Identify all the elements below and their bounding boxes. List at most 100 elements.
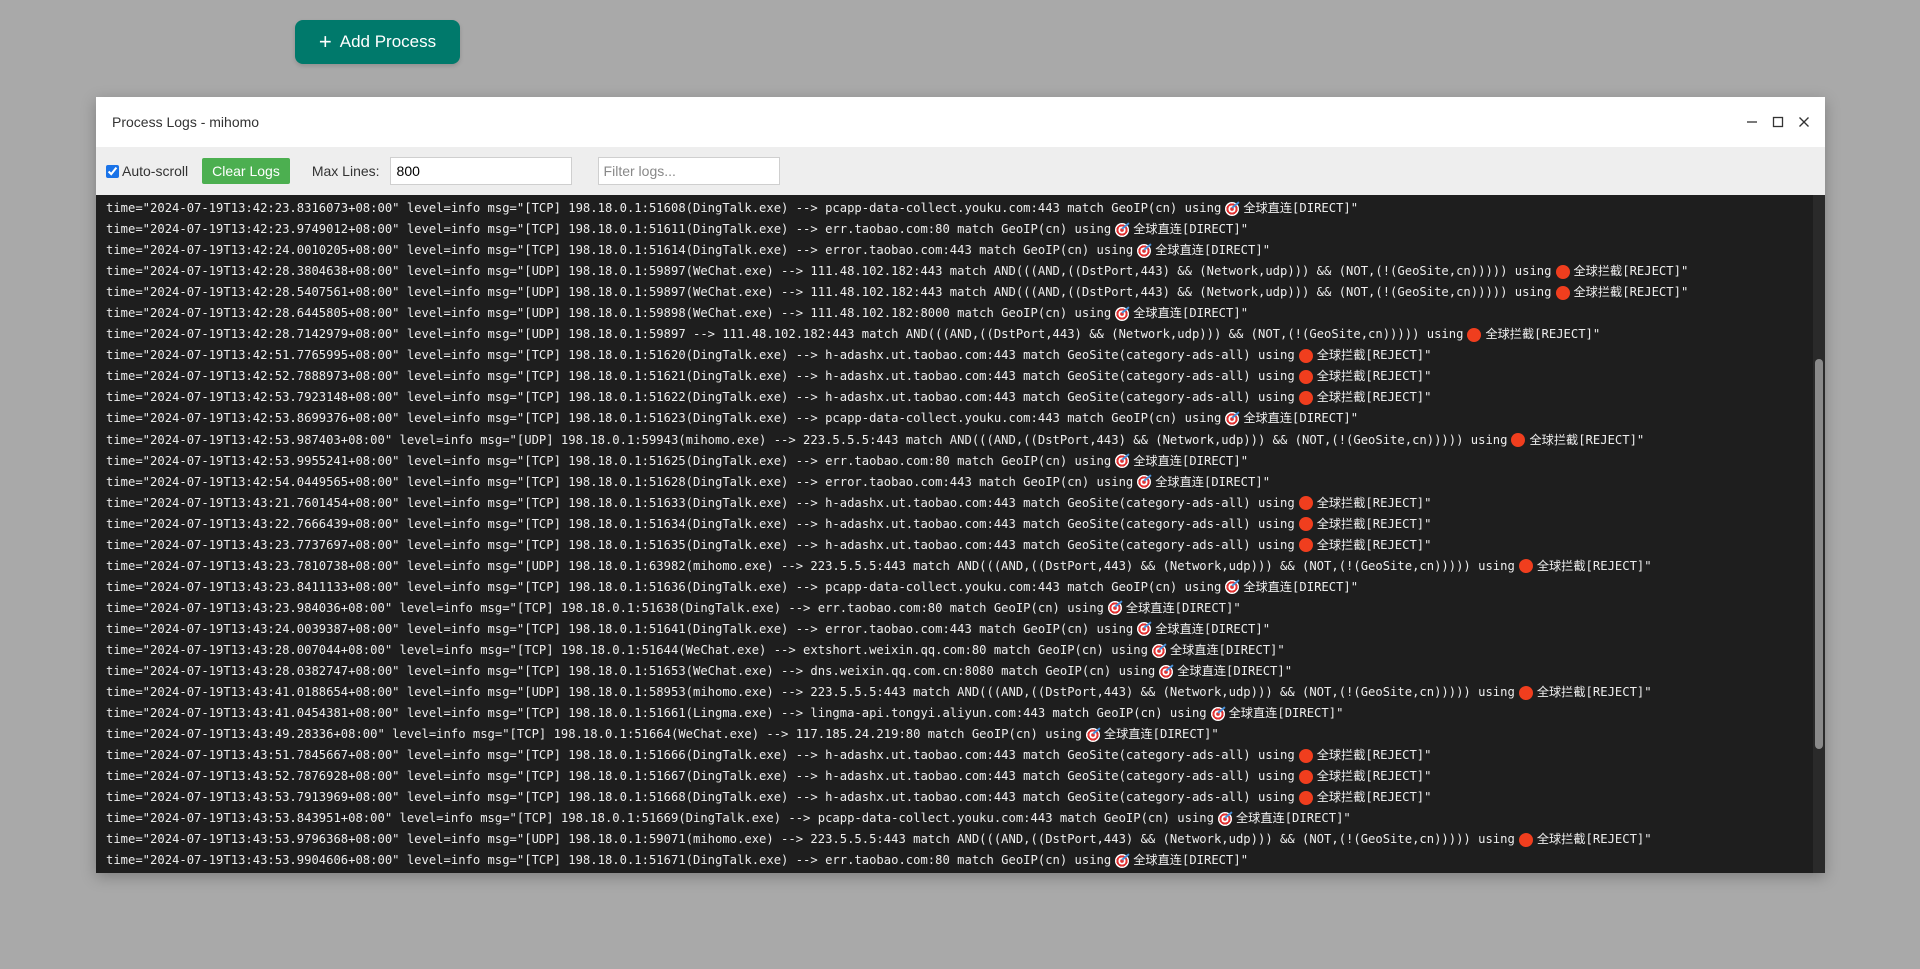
- reject-circle-icon: [1298, 538, 1313, 553]
- reject-circle-icon: [1518, 832, 1533, 847]
- reject-circle-icon: [1298, 496, 1313, 511]
- log-line-policy: 全球直连[DIRECT]": [1155, 243, 1271, 258]
- log-line: time="2024-07-19T13:43:24.0039387+08:00"…: [106, 619, 1825, 640]
- log-line-text: time="2024-07-19T13:43:41.0188654+08:00"…: [106, 685, 1515, 700]
- log-line: time="2024-07-19T13:43:23.8411133+08:00"…: [106, 577, 1825, 598]
- reject-circle-icon: [1555, 285, 1570, 300]
- log-line-text: time="2024-07-19T13:43:22.7666439+08:00"…: [106, 516, 1295, 531]
- minimize-icon[interactable]: [1745, 115, 1759, 129]
- log-line-text: time="2024-07-19T13:43:52.7876928+08:00"…: [106, 769, 1295, 784]
- log-line-policy: 全球拦截[REJECT]": [1485, 327, 1601, 342]
- log-line-policy: 全球拦截[REJECT]": [1316, 790, 1432, 805]
- log-line: time="2024-07-19T13:42:28.3804638+08:00"…: [106, 261, 1825, 282]
- log-line: time="2024-07-19T13:43:53.9796368+08:00"…: [106, 829, 1825, 850]
- log-line-text: time="2024-07-19T13:43:53.7913969+08:00"…: [106, 790, 1295, 805]
- direct-target-icon: [1137, 622, 1152, 637]
- log-line: time="2024-07-19T13:42:28.7142979+08:00"…: [106, 324, 1825, 345]
- log-line: time="2024-07-19T13:43:28.0382747+08:00"…: [106, 661, 1825, 682]
- log-line-text: time="2024-07-19T13:42:24.0010205+08:00"…: [106, 243, 1134, 258]
- log-line-text: time="2024-07-19T13:42:53.987403+08:00" …: [106, 432, 1508, 447]
- log-line-text: time="2024-07-19T13:43:23.7810738+08:00"…: [106, 558, 1515, 573]
- log-line-text: time="2024-07-19T13:43:23.8411133+08:00"…: [106, 579, 1222, 594]
- autoscroll-label: Auto-scroll: [122, 163, 189, 179]
- dialog-header: Process Logs - mihomo: [96, 97, 1825, 147]
- log-line: time="2024-07-19T13:42:54.0449565+08:00"…: [106, 472, 1825, 493]
- log-line: time="2024-07-19T13:42:28.6445805+08:00"…: [106, 303, 1825, 324]
- window-controls: [1745, 97, 1811, 147]
- clear-logs-button[interactable]: Clear Logs: [202, 158, 290, 184]
- reject-circle-icon: [1298, 790, 1313, 805]
- log-line-text: time="2024-07-19T13:43:23.984036+08:00" …: [106, 600, 1104, 615]
- direct-target-icon: [1225, 201, 1240, 216]
- log-line-policy: 全球拦截[REJECT]": [1573, 285, 1689, 300]
- log-line-policy: 全球直连[DIRECT]": [1133, 453, 1249, 468]
- close-icon[interactable]: [1797, 115, 1811, 129]
- log-line-text: time="2024-07-19T13:42:53.7923148+08:00"…: [106, 390, 1295, 405]
- direct-target-icon: [1210, 706, 1225, 721]
- log-line-policy: 全球直连[DIRECT]": [1169, 642, 1285, 657]
- log-line: time="2024-07-19T13:43:28.007044+08:00" …: [106, 640, 1825, 661]
- autoscroll-checkbox[interactable]: [106, 164, 119, 178]
- direct-target-icon: [1115, 222, 1130, 237]
- direct-target-icon: [1137, 243, 1152, 258]
- log-line-text: time="2024-07-19T13:42:28.6445805+08:00"…: [106, 306, 1112, 321]
- filter-logs-input[interactable]: [597, 157, 780, 185]
- log-line-policy: 全球拦截[REJECT]": [1573, 264, 1689, 279]
- log-line: time="2024-07-19T13:43:53.9904606+08:00"…: [106, 850, 1825, 871]
- log-line-policy: 全球拦截[REJECT]": [1316, 537, 1432, 552]
- autoscroll-toggle[interactable]: Auto-scroll: [106, 163, 188, 179]
- log-line-policy: 全球拦截[REJECT]": [1316, 495, 1432, 510]
- log-line-text: time="2024-07-19T13:43:41.0454381+08:00"…: [106, 706, 1207, 721]
- log-line-text: time="2024-07-19T13:43:51.7845667+08:00"…: [106, 748, 1295, 763]
- log-line-policy: 全球拦截[REJECT]": [1316, 348, 1432, 363]
- reject-circle-icon: [1298, 517, 1313, 532]
- log-line-policy: 全球直连[DIRECT]": [1243, 201, 1359, 215]
- direct-target-icon: [1107, 601, 1122, 616]
- log-line-text: time="2024-07-19T13:42:52.7888973+08:00"…: [106, 369, 1295, 384]
- log-line: time="2024-07-19T13:43:52.7876928+08:00"…: [106, 766, 1825, 787]
- scrollbar-thumb[interactable]: [1815, 359, 1823, 749]
- direct-target-icon: [1225, 580, 1240, 595]
- add-process-button[interactable]: + Add Process: [295, 20, 460, 64]
- plus-icon: +: [318, 29, 332, 54]
- dialog-title: Process Logs - mihomo: [112, 114, 260, 130]
- log-line-policy: 全球拦截[REJECT]": [1316, 369, 1432, 384]
- reject-circle-icon: [1511, 433, 1526, 448]
- log-line: time="2024-07-19T13:43:23.984036+08:00" …: [106, 598, 1825, 619]
- log-line-text: time="2024-07-19T13:43:53.9796368+08:00"…: [106, 832, 1515, 847]
- log-line-policy: 全球直连[DIRECT]": [1103, 727, 1219, 742]
- log-line-text: time="2024-07-19T13:43:21.7601454+08:00"…: [106, 495, 1295, 510]
- reject-circle-icon: [1518, 685, 1533, 700]
- log-line-text: time="2024-07-19T13:43:49.28336+08:00" l…: [106, 727, 1082, 742]
- log-line-text: time="2024-07-19T13:42:23.8316073+08:00"…: [106, 201, 1222, 215]
- add-process-label: Add Process: [339, 32, 437, 51]
- log-line-policy: 全球直连[DIRECT]": [1243, 411, 1359, 426]
- log-line: time="2024-07-19T13:43:41.0454381+08:00"…: [106, 703, 1825, 724]
- log-line: time="2024-07-19T13:42:28.5407561+08:00"…: [106, 282, 1825, 303]
- log-scrollbar[interactable]: [1813, 195, 1825, 873]
- reject-circle-icon: [1298, 369, 1313, 384]
- log-output[interactable]: time="2024-07-19T13:42:23.8316073+08:00"…: [96, 195, 1825, 873]
- maximize-icon[interactable]: [1771, 115, 1785, 129]
- direct-target-icon: [1085, 727, 1100, 742]
- max-lines-input[interactable]: [389, 157, 572, 185]
- log-line-text: time="2024-07-19T13:42:28.5407561+08:00"…: [106, 285, 1552, 300]
- log-line: time="2024-07-19T13:42:53.7923148+08:00"…: [106, 387, 1825, 408]
- process-logs-dialog: Process Logs - mihomo Auto-scroll Clear …: [96, 97, 1825, 873]
- log-line-policy: 全球拦截[REJECT]": [1316, 516, 1432, 531]
- log-line: time="2024-07-19T13:43:22.7666439+08:00"…: [106, 514, 1825, 535]
- log-line-policy: 全球直连[DIRECT]": [1155, 621, 1271, 636]
- log-line-text: time="2024-07-19T13:43:53.843951+08:00" …: [106, 811, 1214, 826]
- log-line: time="2024-07-19T13:43:53.843951+08:00" …: [106, 808, 1825, 829]
- log-line-policy: 全球直连[DIRECT]": [1125, 600, 1241, 615]
- log-toolbar: Auto-scroll Clear Logs Max Lines:: [96, 147, 1825, 195]
- log-line-policy: 全球直连[DIRECT]": [1133, 306, 1249, 321]
- log-line: time="2024-07-19T13:42:53.9955241+08:00"…: [106, 451, 1825, 472]
- log-lines: time="2024-07-19T13:42:23.8316073+08:00"…: [96, 195, 1825, 872]
- log-line: time="2024-07-19T13:42:23.8316073+08:00"…: [106, 198, 1825, 219]
- log-line-text: time="2024-07-19T13:43:23.7737697+08:00"…: [106, 537, 1295, 552]
- direct-target-icon: [1115, 853, 1130, 868]
- log-line: time="2024-07-19T13:42:23.9749012+08:00"…: [106, 219, 1825, 240]
- log-line-policy: 全球直连[DIRECT]": [1177, 664, 1293, 679]
- log-line-text: time="2024-07-19T13:42:28.3804638+08:00"…: [106, 264, 1552, 279]
